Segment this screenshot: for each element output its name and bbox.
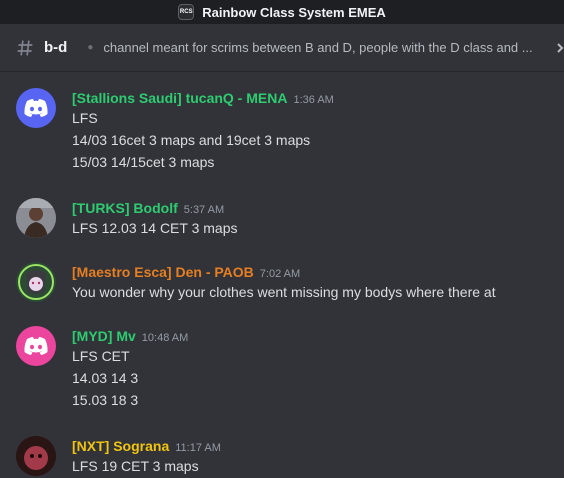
message-line: LFS 12.03 14 CET 3 maps [72, 220, 238, 236]
timestamp: 11:17 AM [175, 442, 221, 454]
separator-dot: ● [87, 42, 94, 53]
user-photo-icon [16, 436, 56, 476]
avatar[interactable] [16, 326, 56, 366]
user-photo-icon [16, 198, 56, 238]
discord-logo-icon [24, 337, 48, 355]
message-line: 15/03 14/15cet 3 maps [72, 154, 215, 170]
hashtag-icon [17, 39, 33, 56]
server-icon: RCS [178, 4, 195, 20]
channel-header: b-d ● channel meant for scrims between B… [0, 24, 564, 72]
message-line: 15.03 18 3 [72, 392, 139, 408]
avatar[interactable] [16, 88, 56, 128]
message-line: LFS CET [72, 348, 130, 364]
threads-icon[interactable] [556, 42, 564, 54]
window-titlebar: RCS Rainbow Class System EMEA [0, 0, 564, 24]
avatar[interactable] [16, 436, 56, 476]
message-line: LFS 19 CET 3 maps [72, 458, 199, 474]
author-name[interactable]: [Maestro Esca] Den - PAOB 7:02 AM [72, 264, 300, 280]
message-line: LFS [72, 110, 98, 126]
discord-logo-icon [24, 99, 48, 117]
channel-topic[interactable]: channel meant for scrims between B and D… [103, 40, 551, 55]
anime-avatar-icon [16, 262, 56, 302]
avatar[interactable] [16, 198, 56, 238]
channel-name[interactable]: b-d [44, 39, 67, 56]
message-line: You wonder why your clothes went missing… [72, 284, 496, 300]
author-name[interactable]: [MYD] Mv 10:48 AM [72, 328, 188, 344]
timestamp: 1:36 AM [293, 94, 334, 106]
author-name[interactable]: [NXT] Sograna 11:17 AM [72, 438, 221, 454]
author-name[interactable]: [TURKS] Bodolf 5:37 AM [72, 200, 224, 216]
timestamp: 5:37 AM [183, 204, 225, 216]
timestamp: 7:02 AM [259, 268, 301, 280]
message-line: 14.03 14 3 [72, 370, 139, 386]
message-line: 14/03 16cet 3 maps and 19cet 3 maps [72, 132, 311, 148]
author-name[interactable]: [Stallions Saudi] tucanQ - MENA 1:36 AM [72, 90, 334, 106]
avatar[interactable] [16, 262, 56, 302]
timestamp: 10:48 AM [141, 332, 189, 344]
window-title: Rainbow Class System EMEA [202, 4, 386, 20]
